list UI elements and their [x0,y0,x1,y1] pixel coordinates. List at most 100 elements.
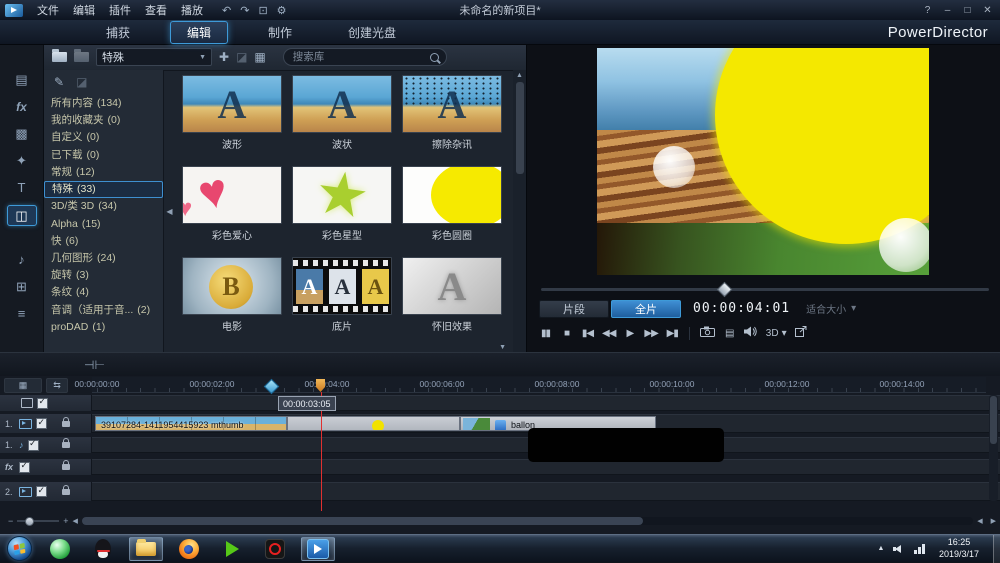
lock-icon[interactable] [62,489,70,495]
scroll-right-icon[interactable]: ▶ [991,517,996,525]
transition-item-color-circle[interactable]: 彩色圆圈 [402,166,502,242]
capture-screen-icon[interactable]: ⊡ [258,4,267,17]
preview-quality-icon[interactable]: ▤ [723,328,736,339]
more-transitions-icon[interactable]: ▼ [499,344,504,351]
transition-item-negative[interactable]: A A A 底片 [292,257,392,333]
transition-item-vintage[interactable]: A 怀旧效果 [402,257,502,333]
track-lane-empty[interactable] [92,395,1000,411]
preview-timecode[interactable]: 00:00:04:01 [693,301,790,316]
timeline-zoom-slider[interactable]: − + [8,516,69,526]
zoom-in-icon[interactable]: + [63,516,68,526]
category-item-custom[interactable]: 自定义(0) [44,129,163,146]
zoom-out-icon[interactable]: − [8,516,13,526]
new-folder-icon[interactable]: ✚ [219,50,229,64]
movie-mode-button[interactable]: 全片 [611,300,681,318]
category-item-downloaded[interactable]: 已下载(0) [44,147,163,164]
menu-file[interactable]: 文件 [30,2,66,18]
timeline-vertical-scrollbar[interactable] [989,395,998,501]
lock-icon[interactable] [62,442,70,448]
scrollbar-thumb[interactable] [516,82,524,174]
undo-icon[interactable]: ↶ [222,4,231,17]
video2-track-lane[interactable] [92,482,1000,501]
timeline-clip-transition[interactable] [287,416,460,431]
grid-view-icon[interactable]: ▦ [254,50,265,64]
menu-playback[interactable]: 播放 [174,2,210,18]
eraser-icon[interactable]: ◪ [76,75,87,89]
volume-tray-icon[interactable] [893,543,905,554]
menu-view[interactable]: 查看 [138,2,174,18]
taskbar-player-icon[interactable] [215,537,249,561]
menu-plugins[interactable]: 插件 [102,2,138,18]
particle-room-icon[interactable]: ✦ [8,151,36,170]
tab-create-disc[interactable]: 创建光盘 [332,22,412,43]
help-button[interactable]: ? [919,5,936,16]
play-button[interactable]: ▶ [623,328,636,339]
track-manager-button[interactable]: ▦ [4,378,42,393]
volume-icon[interactable] [744,326,758,340]
category-item-stripes[interactable]: 条纹(4) [44,284,163,301]
pause-button[interactable]: ▮▮ [539,328,552,339]
category-item-special[interactable]: 特殊(33) [44,181,163,198]
category-item-general[interactable]: 常规(12) [44,164,163,181]
transition-item-color-star[interactable]: 彩色星型 [292,166,392,242]
seek-track[interactable] [541,288,989,291]
fast-forward-button[interactable]: ▶▶ [644,328,657,339]
taskbar-powerdirector-icon[interactable] [301,537,335,561]
category-dropdown[interactable]: 特殊 ▼ [96,48,212,66]
track-select-icon[interactable] [21,398,33,408]
scrollbar-thumb[interactable] [82,517,644,525]
snapshot-camera-icon[interactable] [700,326,715,340]
timeline-ruler[interactable]: 00:00:00:00 00:00:02:00 00:00:04:00 00:0… [92,377,986,393]
tray-expand-icon[interactable]: ▲ [878,545,885,552]
fit-size-dropdown[interactable]: 适合大小 ▾ [806,301,856,316]
transition-item-ripple[interactable]: A 波状 [292,75,392,151]
category-item-all[interactable]: 所有内容(134) [44,95,163,112]
lock-icon[interactable] [62,464,70,470]
preview-seek-bar[interactable] [541,284,989,294]
track-enable-checkbox[interactable] [37,398,48,409]
rewind-button[interactable]: ◀◀ [602,328,615,339]
menu-edit[interactable]: 编辑 [66,2,102,18]
quill-icon[interactable]: ✎ [54,75,64,89]
title-room-icon[interactable]: T [8,178,36,197]
category-item-geometry[interactable]: 几何图形(24) [44,250,163,267]
previous-frame-button[interactable]: ▮◀ [581,328,594,339]
collapse-categories-icon[interactable]: ◀ [164,70,175,352]
category-item-alpha[interactable]: Alpha(15) [44,216,163,233]
tab-produce[interactable]: 制作 [252,22,308,43]
taskbar-firefox-icon[interactable] [172,537,206,561]
timeline-horizontal-scrollbar[interactable] [82,517,973,525]
transition-item-erase-noise[interactable]: A 擦除杂讯 [402,75,502,151]
track-enable-checkbox[interactable] [19,462,30,473]
effect-room-icon[interactable]: fx [8,97,36,116]
transition-room-icon[interactable]: ◫ [7,205,37,226]
download-media-icon[interactable] [74,52,89,62]
lock-icon[interactable] [62,421,70,427]
search-input[interactable] [291,50,430,64]
taskbar-browser-icon[interactable] [43,537,77,561]
category-item-3d[interactable]: 3D/类 3D(34) [44,198,163,215]
settings-gear-icon[interactable]: ⚙ [277,4,287,17]
category-item-favorites[interactable]: 我的收藏夹(0) [44,112,163,129]
track-enable-checkbox[interactable] [36,486,47,497]
category-item-fast[interactable]: 快(6) [44,233,163,250]
seek-handle[interactable] [717,282,733,298]
clock[interactable]: 16:25 2019/3/17 [934,537,984,560]
subtitle-room-icon[interactable]: ≡ [8,304,36,323]
scroll-left-icon[interactable]: ◀ [73,517,78,525]
transition-item-color-heart[interactable]: 彩色爱心 [182,166,282,242]
tab-capture[interactable]: 捕获 [90,22,146,43]
track-enable-checkbox[interactable] [28,440,39,451]
segment-mode-button[interactable]: 片段 [539,300,609,318]
taskbar-recorder-icon[interactable] [258,537,292,561]
media-room-icon[interactable]: ▤ [8,70,36,89]
transition-item-wave[interactable]: A 波形 [182,75,282,151]
category-item-audio[interactable]: 音调（适用于音...(2) [44,302,163,319]
timeline-view-button[interactable]: ⇆ [46,378,68,393]
next-frame-button[interactable]: ▶▮ [666,328,679,339]
search-icon[interactable] [430,53,439,62]
scroll-up-icon[interactable]: ▲ [516,72,523,79]
minimize-button[interactable]: – [939,5,956,16]
timeline-clip-video[interactable]: 39107284-1411954415923 mthumb [95,416,287,431]
category-item-prodad[interactable]: proDAD(1) [44,319,163,336]
